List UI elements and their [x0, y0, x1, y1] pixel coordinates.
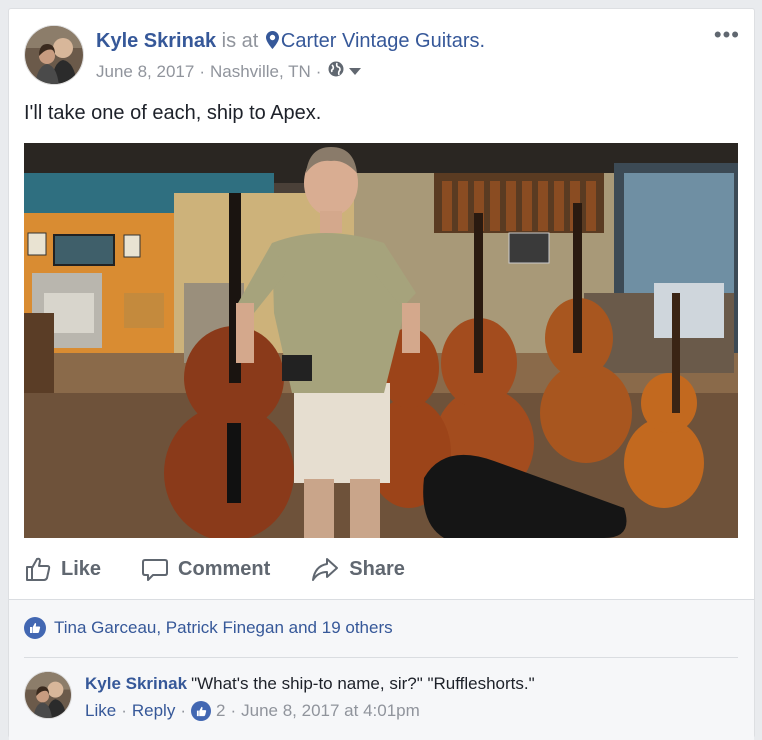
comment-body: Kyle Skrinak "What's the ship-to name, si…	[85, 674, 535, 694]
globe-icon[interactable]	[328, 61, 344, 82]
privacy-caret-icon[interactable]	[349, 68, 362, 75]
reactions-summary[interactable]: Tina Garceau, Patrick Finegan and 19 oth…	[24, 617, 393, 639]
post-location[interactable]: Nashville, TN	[210, 62, 311, 82]
commenter-avatar[interactable]	[24, 671, 72, 719]
comment-label: Comment	[178, 557, 271, 580]
comment-reply-link[interactable]: Reply	[132, 701, 175, 721]
comment-author[interactable]: Kyle Skrinak	[85, 674, 187, 693]
like-button[interactable]: Like	[24, 555, 101, 583]
post-photo[interactable]	[24, 143, 738, 538]
more-options-icon[interactable]: •••	[714, 24, 740, 46]
post-title-line: Kyle Skrinak is at Carter Vintage Guitar…	[96, 30, 485, 55]
meta-separator: ·	[315, 61, 322, 81]
author-name[interactable]: Kyle Skrinak	[96, 30, 216, 52]
place-link[interactable]: Carter Vintage Guitars.	[281, 30, 485, 52]
post-card: Kyle Skrinak is at Carter Vintage Guitar…	[8, 8, 755, 740]
is-at-text: is at	[221, 30, 259, 52]
like-label: Like	[61, 557, 102, 580]
share-button[interactable]: Share	[310, 555, 405, 583]
comment-meta-separator: ·	[180, 701, 186, 720]
share-icon	[312, 558, 339, 581]
comment-text: "What's the ship-to name, sir?" "Ruffles…	[191, 674, 535, 693]
comment-meta-separator: ·	[121, 701, 127, 720]
reactions-text[interactable]: Tina Garceau, Patrick Finegan and 19 oth…	[54, 618, 393, 638]
post-text: I'll take one of each, ship to Apex.	[24, 102, 322, 124]
comment-icon	[142, 559, 169, 581]
location-pin-icon	[265, 31, 279, 55]
comment-like-link[interactable]: Like	[85, 701, 116, 721]
share-label: Share	[349, 557, 405, 580]
comment-meta-separator: ·	[230, 701, 237, 720]
like-reaction-icon	[24, 617, 46, 639]
post-actions: Like Comment Share	[24, 549, 738, 589]
post-meta: June 8, 2017 · Nashville, TN ·	[96, 61, 362, 82]
author-avatar[interactable]	[24, 25, 84, 85]
guitar-shop-photo	[24, 143, 738, 538]
comments-divider	[24, 657, 738, 658]
comment-meta: Like · Reply · 2 · June 8, 2017 at 4:01p…	[85, 701, 420, 721]
thumbs-up-icon	[26, 557, 51, 581]
post-date[interactable]: June 8, 2017	[96, 62, 194, 82]
comment-like-count[interactable]: 2	[216, 701, 225, 721]
comment-timestamp[interactable]: June 8, 2017 at 4:01pm	[241, 701, 420, 721]
comment-button[interactable]: Comment	[141, 555, 270, 583]
meta-separator: ·	[199, 61, 205, 81]
comment-like-icon[interactable]	[191, 701, 211, 721]
